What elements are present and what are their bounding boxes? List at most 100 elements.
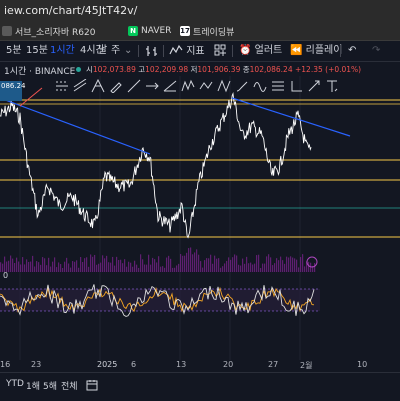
range-all-button[interactable]: 전체 bbox=[61, 379, 78, 392]
volume-bar bbox=[98, 263, 100, 272]
pitchfork-icon[interactable] bbox=[91, 78, 105, 93]
volume-bar bbox=[268, 254, 270, 272]
ray-icon[interactable] bbox=[145, 79, 159, 93]
low-value: 101,906.39 bbox=[197, 65, 241, 74]
volume-bar bbox=[132, 266, 134, 272]
volume-bar bbox=[196, 249, 198, 272]
redo-icon[interactable]: ↷ bbox=[372, 44, 380, 58]
volume-bar bbox=[122, 263, 124, 272]
undo-icon[interactable]: ↶ bbox=[348, 44, 356, 58]
layout-icon[interactable] bbox=[214, 44, 226, 58]
volume-bar bbox=[232, 257, 234, 272]
volume-bar bbox=[174, 267, 176, 272]
volume-bar bbox=[240, 265, 242, 272]
interval-1h-button[interactable]: 1시간 bbox=[50, 44, 75, 58]
price-chart[interactable] bbox=[0, 76, 400, 372]
volume-bar bbox=[186, 252, 188, 272]
trend-angle-icon[interactable] bbox=[163, 79, 177, 93]
bookmark-item[interactable]: 서브_소리자바 R620 bbox=[2, 24, 95, 38]
bookmark-label: 서브_소리자바 R620 bbox=[15, 27, 96, 38]
volume-bar bbox=[46, 265, 48, 272]
interval-5m-button[interactable]: 5분 bbox=[6, 44, 22, 58]
horizontal-line-icon[interactable] bbox=[55, 79, 69, 93]
volume-bar bbox=[242, 258, 244, 272]
volume-bar bbox=[94, 254, 96, 272]
wave-icon[interactable] bbox=[253, 79, 267, 93]
volume-bar bbox=[288, 257, 290, 272]
fib-icon[interactable] bbox=[271, 79, 285, 93]
volume-bar bbox=[164, 267, 166, 272]
volume-bar bbox=[222, 266, 224, 272]
drawing-tools bbox=[55, 78, 345, 95]
volume-bar bbox=[32, 255, 34, 272]
volume-bar bbox=[124, 259, 126, 272]
pencil-icon[interactable] bbox=[109, 79, 123, 94]
volume-bar bbox=[282, 260, 284, 272]
indicators-label: 지표 bbox=[186, 46, 205, 57]
ruler-icon[interactable] bbox=[289, 79, 303, 93]
volume-bar bbox=[178, 263, 180, 272]
volume-bar bbox=[254, 263, 256, 272]
volume-bar bbox=[180, 254, 182, 272]
text-tool-icon[interactable] bbox=[325, 79, 339, 93]
tradingview-icon: 17 bbox=[180, 26, 190, 36]
volume-bar bbox=[118, 259, 120, 272]
indicators-button[interactable]: 지표 bbox=[169, 44, 205, 58]
alert-label: 얼러트 bbox=[254, 45, 283, 56]
parallel-channel-icon[interactable] bbox=[73, 78, 87, 93]
volume-bar bbox=[308, 261, 310, 272]
date-range-icon[interactable] bbox=[86, 379, 98, 394]
pattern-icon[interactable] bbox=[199, 79, 213, 93]
range-5y-button[interactable]: 5해 bbox=[43, 379, 57, 392]
volume-bar bbox=[260, 267, 262, 272]
volume-bar bbox=[212, 263, 214, 272]
url-text[interactable]: iew.com/chart/45JtT42v/ bbox=[4, 4, 137, 17]
interval-15m-button[interactable]: 15분 bbox=[26, 44, 48, 58]
bar-style-icon[interactable] bbox=[145, 44, 159, 58]
volume-bar bbox=[278, 260, 280, 272]
alert-button[interactable]: ⏰ 얼러트 bbox=[239, 44, 282, 58]
volume-bar bbox=[208, 258, 210, 272]
volume-bar bbox=[96, 264, 98, 272]
volume-bar bbox=[264, 263, 266, 272]
volume-bar bbox=[110, 262, 112, 272]
volume-bar bbox=[114, 265, 116, 272]
volume-bar bbox=[244, 263, 246, 272]
interval-dropdown-icon[interactable]: ⌄ bbox=[124, 44, 132, 58]
open-label: 시 bbox=[86, 65, 93, 74]
interval-day-button[interactable]: 날 bbox=[98, 44, 107, 58]
measure-icon[interactable] bbox=[307, 79, 321, 93]
time-axis-tick: 6 bbox=[131, 360, 137, 369]
volume-bar bbox=[58, 262, 60, 272]
diagonal-line-icon[interactable] bbox=[127, 79, 141, 93]
volume-bar bbox=[258, 254, 260, 272]
volume-bar bbox=[238, 264, 240, 272]
toolbar-divider bbox=[138, 45, 139, 57]
brush-icon[interactable] bbox=[235, 79, 249, 93]
volume-bar bbox=[34, 266, 36, 272]
replay-button[interactable]: ⏪ 리플레이 bbox=[290, 44, 342, 58]
volume-bar bbox=[252, 264, 254, 272]
open-value: 102,073.89 bbox=[92, 65, 136, 74]
red-ray bbox=[19, 87, 43, 107]
volume-bar bbox=[4, 256, 6, 272]
range-1y-button[interactable]: 1해 bbox=[26, 379, 40, 392]
volume-bar bbox=[40, 264, 42, 272]
range-ytd-button[interactable]: YTD bbox=[6, 379, 24, 389]
browser-url-bar[interactable]: iew.com/chart/45JtT42v/ bbox=[0, 0, 400, 22]
toolbar-divider bbox=[163, 45, 164, 57]
volume-bar bbox=[84, 258, 86, 272]
time-axis-tick: 23 bbox=[31, 360, 42, 369]
volume-bar bbox=[198, 254, 200, 272]
xabcd-icon[interactable] bbox=[217, 79, 231, 93]
bookmark-item[interactable]: 17 트레이딩뷰 bbox=[180, 24, 234, 38]
volume-bar bbox=[20, 264, 22, 272]
volume-bar bbox=[116, 256, 118, 272]
bookmark-item[interactable]: N NAVER bbox=[128, 24, 171, 38]
interval-week-button[interactable]: 주 bbox=[111, 44, 120, 58]
market-status-dot bbox=[76, 67, 81, 72]
volume-bar bbox=[194, 252, 196, 272]
volume-bar bbox=[104, 258, 106, 272]
volume-bar bbox=[92, 256, 94, 272]
zigzag-icon[interactable] bbox=[181, 79, 195, 93]
